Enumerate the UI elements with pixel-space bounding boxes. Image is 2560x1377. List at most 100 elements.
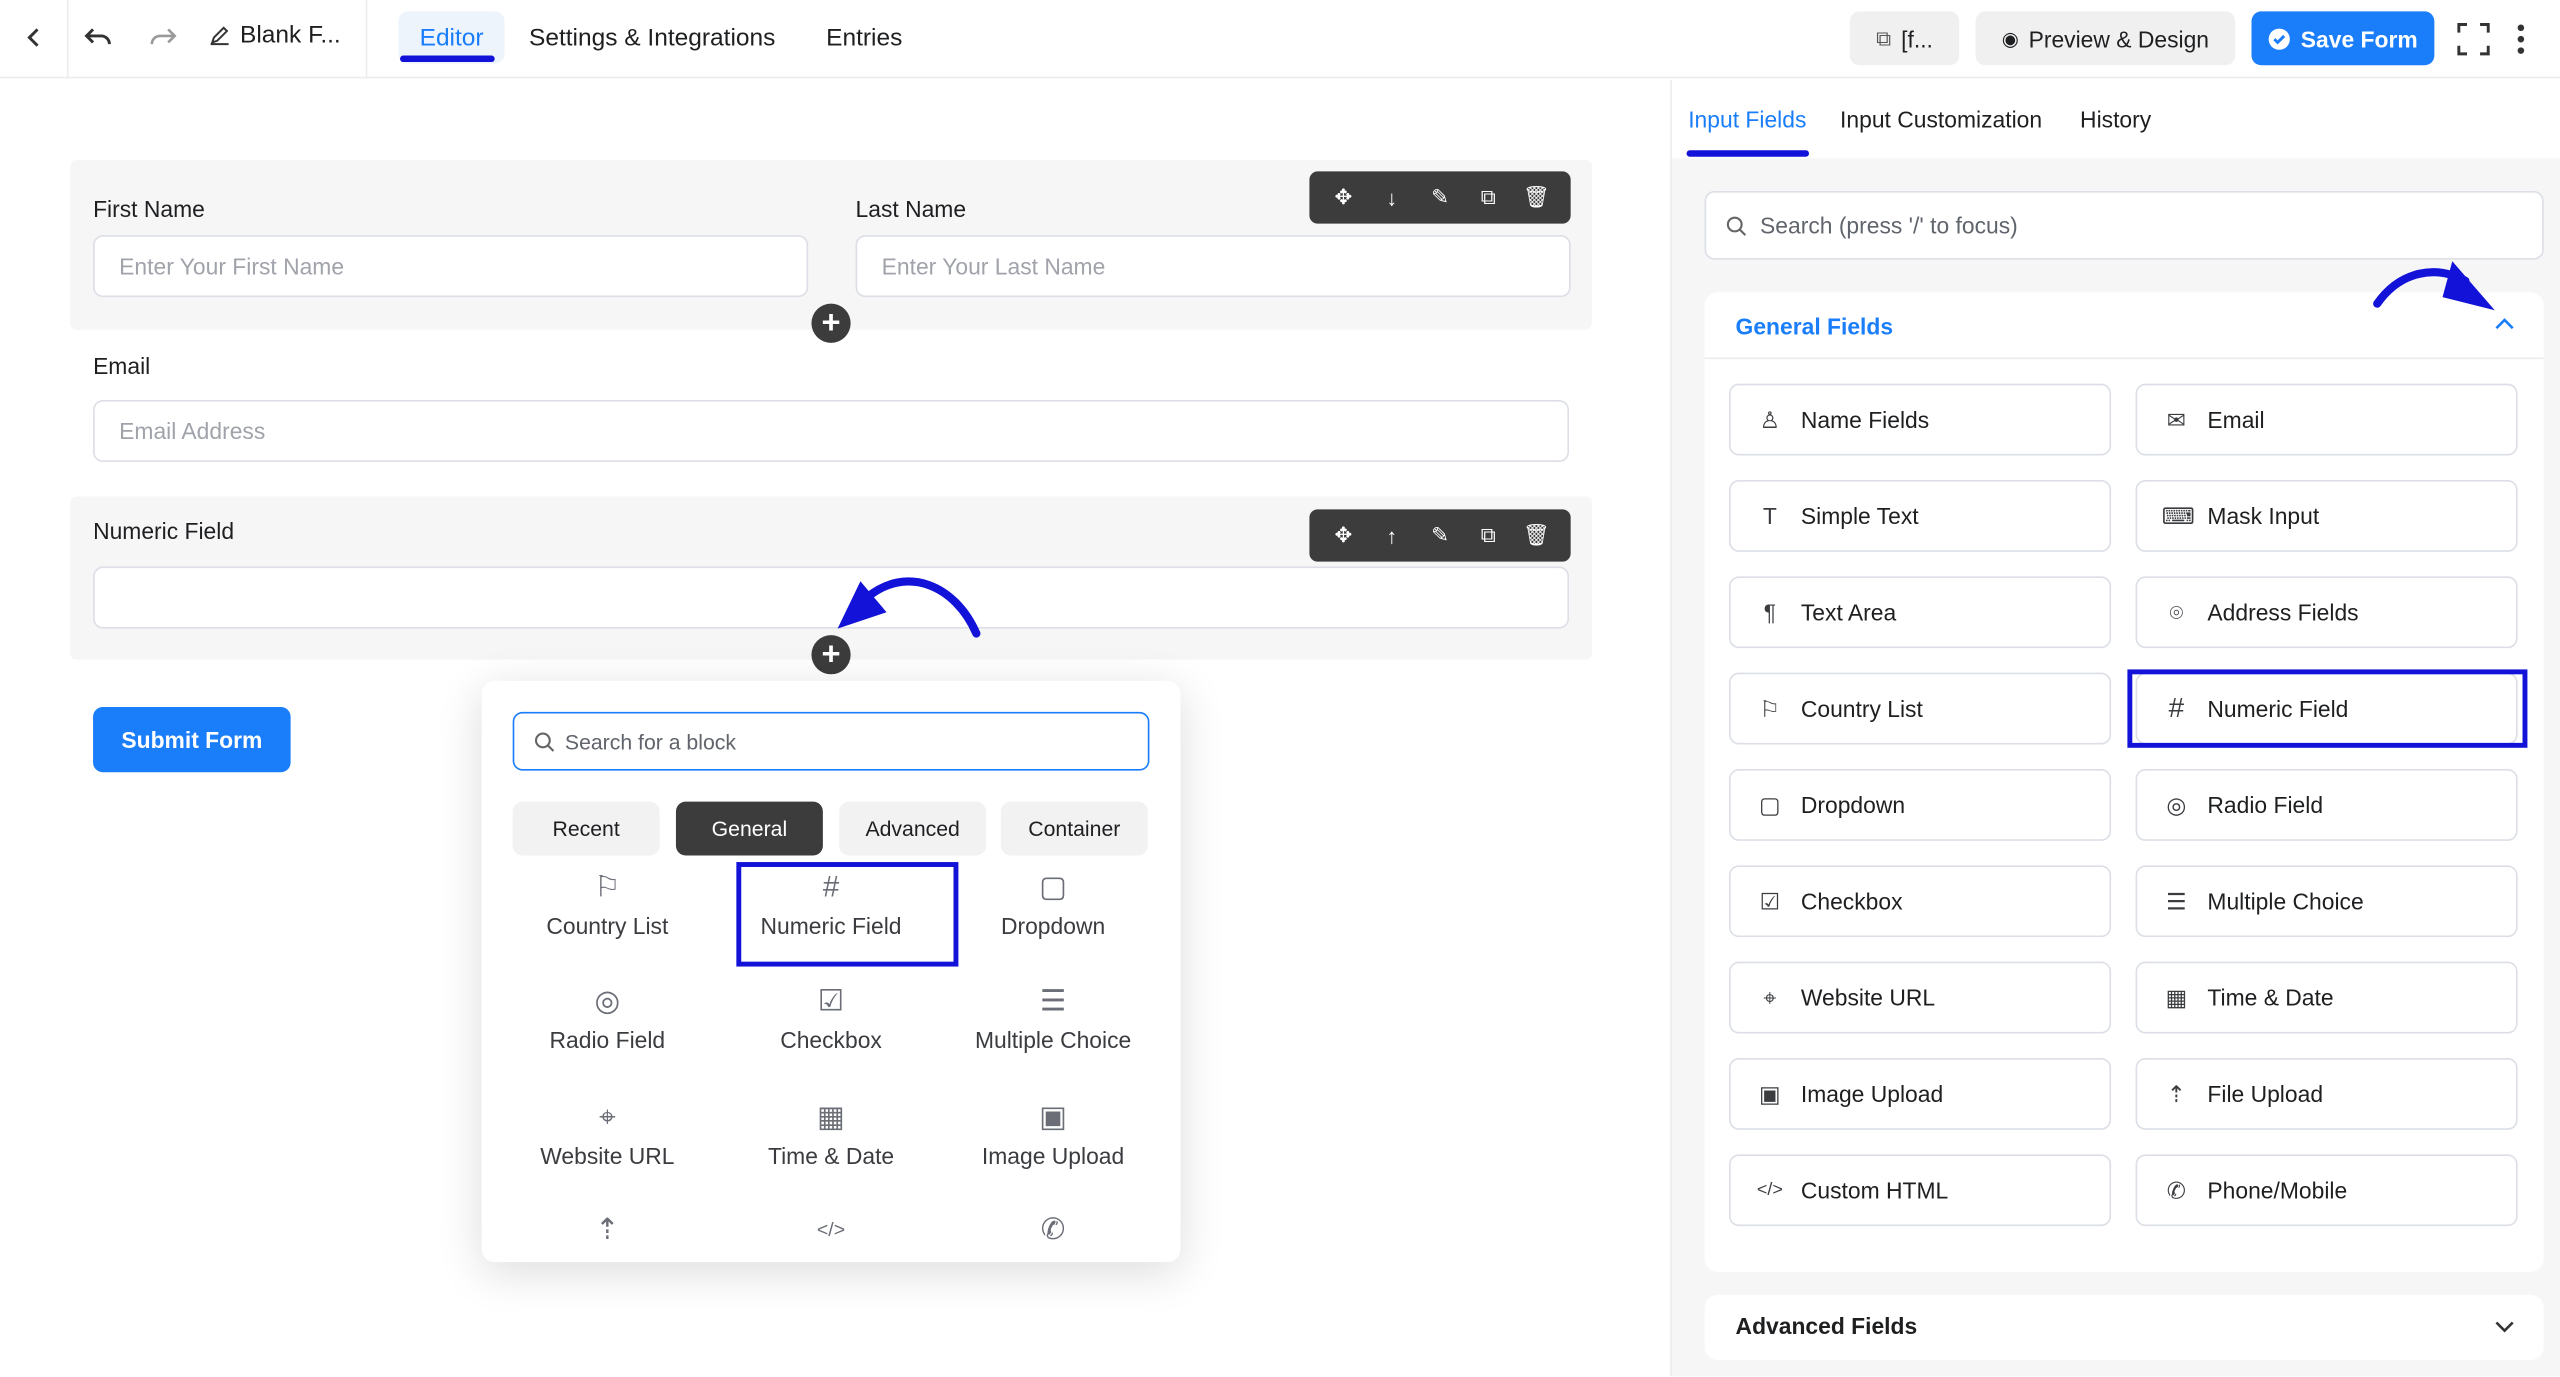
duplicate-icon[interactable]: ⧉ bbox=[1472, 522, 1505, 548]
general-fields-title[interactable]: General Fields bbox=[1736, 313, 1894, 339]
eye-icon: ◉ bbox=[2001, 26, 2019, 50]
fullscreen-icon[interactable] bbox=[2454, 20, 2493, 59]
field-file-upload[interactable]: ⇡ File Upload bbox=[2135, 1057, 2518, 1130]
advanced-fields-title: Advanced Fields bbox=[1735, 1312, 1918, 1339]
popup-tab-general[interactable]: General bbox=[675, 801, 823, 856]
field-label: Phone/Mobile bbox=[2207, 1177, 2348, 1204]
editor-viewport: Blank F... Editor Settings & Integration… bbox=[0, 0, 2560, 1377]
field-phone-mobile[interactable]: ✆ Phone/Mobile bbox=[2135, 1154, 2518, 1227]
duplicate-icon[interactable]: ⧉ bbox=[1472, 184, 1505, 210]
edit-icon[interactable]: ✎ bbox=[1424, 184, 1457, 210]
undo-icon[interactable] bbox=[78, 20, 117, 56]
app: Blank F... Editor Settings & Integration… bbox=[0, 0, 2560, 1377]
first-name-label: First Name bbox=[93, 195, 205, 223]
field-label: Name Fields bbox=[1800, 406, 1930, 433]
annotation-underline-input-fields bbox=[1686, 150, 1810, 157]
field-mask-input[interactable]: ⌨ Mask Input bbox=[2135, 480, 2518, 552]
arrow-down-icon[interactable]: ↓ bbox=[1375, 185, 1408, 209]
flag-icon: ⚐ bbox=[594, 870, 621, 903]
field-numeric-field[interactable]: # Numeric Field bbox=[2135, 672, 2518, 745]
field-simple-text[interactable]: T Simple Text bbox=[1729, 480, 2112, 552]
block-radio-field[interactable]: ◎ Radio Field bbox=[496, 985, 718, 1083]
field-dropdown[interactable]: ▢ Dropdown bbox=[1729, 769, 2112, 841]
trash-icon[interactable]: 🗑 bbox=[1520, 184, 1553, 210]
general-fields-card: General Fields ♙ Name Fields ✉ Email T Simp… bbox=[1704, 292, 2544, 1272]
block-numeric-field[interactable]: # Numeric Field bbox=[720, 870, 942, 968]
field-image-upload[interactable]: ▣ Image Upload bbox=[1729, 1057, 2112, 1130]
field-text-area[interactable]: ¶ Text Area bbox=[1729, 576, 2112, 649]
last-name-input[interactable]: Enter Your Last Name bbox=[855, 235, 1571, 298]
trash-icon[interactable]: 🗑 bbox=[1520, 522, 1553, 548]
popup-tab-recent[interactable]: Recent bbox=[512, 801, 660, 856]
tab-history[interactable]: History bbox=[2080, 106, 2151, 132]
envelope-icon: ✉ bbox=[2166, 405, 2186, 432]
block-website-url[interactable]: ⌖ Website URL bbox=[496, 1100, 718, 1198]
email-label: Email bbox=[93, 352, 151, 379]
field-time-date[interactable]: ▦ Time & Date bbox=[2135, 961, 2518, 1034]
field-multiple-choice[interactable]: ☰ Multiple Choice bbox=[2135, 865, 2518, 938]
tab-input-customization[interactable]: Input Customization bbox=[1840, 106, 2042, 132]
preview-design-label: Preview & Design bbox=[2028, 25, 2210, 52]
radio-icon: ◎ bbox=[2166, 791, 2187, 818]
block-file-upload[interactable]: ⇡ bbox=[496, 1213, 718, 1262]
tab-settings[interactable]: Settings & Integrations bbox=[508, 11, 797, 63]
chevron-down-icon[interactable] bbox=[2495, 1321, 2515, 1334]
block-search-input[interactable]: Search for a block bbox=[512, 711, 1150, 771]
dropdown-icon: ▢ bbox=[1039, 870, 1067, 903]
popup-tab-advanced[interactable]: Advanced bbox=[839, 801, 987, 856]
copy-icon: ⧉ bbox=[1876, 25, 1892, 50]
user-icon: ♙ bbox=[1759, 405, 1781, 432]
field-radio-field[interactable]: ◎ Radio Field bbox=[2135, 769, 2518, 841]
link-icon: ⌖ bbox=[1763, 983, 1777, 1010]
redo-icon[interactable] bbox=[144, 20, 183, 56]
block-dropdown[interactable]: ▢ Dropdown bbox=[942, 870, 1164, 968]
field-checkbox[interactable]: ☑ Checkbox bbox=[1729, 865, 2112, 938]
popup-tab-container[interactable]: Container bbox=[1000, 801, 1148, 856]
move-icon[interactable]: ✥ bbox=[1327, 184, 1360, 210]
field-website-url[interactable]: ⌖ Website URL bbox=[1729, 961, 2112, 1034]
checkbox-icon: ☑ bbox=[1759, 887, 1781, 914]
field-label: Image Upload bbox=[1800, 1080, 1944, 1107]
phone-icon: ✆ bbox=[1040, 1213, 1066, 1246]
field-address-fields[interactable]: ⌾ Address Fields bbox=[2135, 576, 2518, 649]
form-title[interactable]: Blank F... bbox=[209, 21, 341, 49]
block-checkbox[interactable]: ☑ Checkbox bbox=[720, 985, 942, 1083]
top-bar: Blank F... Editor Settings & Integration… bbox=[0, 0, 2560, 79]
block-custom-html[interactable]: </> bbox=[720, 1213, 942, 1262]
flag-icon: ⚐ bbox=[1759, 694, 1781, 721]
block-phone[interactable]: ✆ bbox=[942, 1213, 1164, 1262]
block-image-upload[interactable]: ▣ Image Upload bbox=[942, 1100, 1164, 1198]
field-custom-html[interactable]: </> Custom HTML bbox=[1729, 1154, 2112, 1227]
advanced-fields-card[interactable]: Advanced Fields bbox=[1704, 1294, 2544, 1361]
field-label: Email bbox=[2207, 406, 2265, 433]
divider bbox=[365, 0, 368, 79]
field-label: Website URL bbox=[1800, 984, 1936, 1011]
tab-input-fields[interactable]: Input Fields bbox=[1688, 106, 1806, 132]
field-email[interactable]: ✉ Email bbox=[2135, 383, 2518, 456]
field-label: Numeric Field bbox=[2207, 695, 2349, 722]
move-icon[interactable]: ✥ bbox=[1327, 522, 1360, 548]
arrow-up-icon[interactable]: ↑ bbox=[1375, 523, 1408, 547]
block-label: Multiple Choice bbox=[974, 1026, 1132, 1054]
block-label: Radio Field bbox=[549, 1026, 666, 1054]
edit-icon[interactable]: ✎ bbox=[1424, 522, 1457, 548]
field-name-fields[interactable]: ♙ Name Fields bbox=[1729, 383, 2112, 456]
more-vertical-icon[interactable] bbox=[2509, 20, 2532, 59]
field-country-list[interactable]: ⚐ Country List bbox=[1729, 672, 2112, 745]
preview-design-button[interactable]: ◉ Preview & Design bbox=[1975, 11, 2236, 66]
back-icon[interactable] bbox=[16, 20, 52, 56]
keyboard-icon: ⌨ bbox=[2161, 502, 2195, 529]
add-block-button[interactable]: + bbox=[811, 303, 851, 343]
element-toolbar: ✥ ↓ ✎ ⧉ 🗑 bbox=[1309, 171, 1571, 224]
block-time-date[interactable]: ▦ Time & Date bbox=[720, 1100, 942, 1198]
tab-entries[interactable]: Entries bbox=[805, 11, 924, 63]
block-country-list[interactable]: ⚐ Country List bbox=[496, 870, 718, 968]
save-form-button[interactable]: Save Form bbox=[2251, 11, 2435, 66]
fields-search-input[interactable]: Search (press '/' to focus) bbox=[1704, 191, 2544, 260]
list-icon: ☰ bbox=[2166, 887, 2187, 914]
shortcode-button[interactable]: ⧉ [f... bbox=[1849, 11, 1960, 66]
first-name-input[interactable]: Enter Your First Name bbox=[93, 235, 809, 298]
block-multiple-choice[interactable]: ☰ Multiple Choice bbox=[942, 985, 1164, 1083]
email-input[interactable]: Email Address bbox=[93, 400, 1570, 463]
submit-form-button[interactable]: Submit Form bbox=[93, 706, 291, 773]
